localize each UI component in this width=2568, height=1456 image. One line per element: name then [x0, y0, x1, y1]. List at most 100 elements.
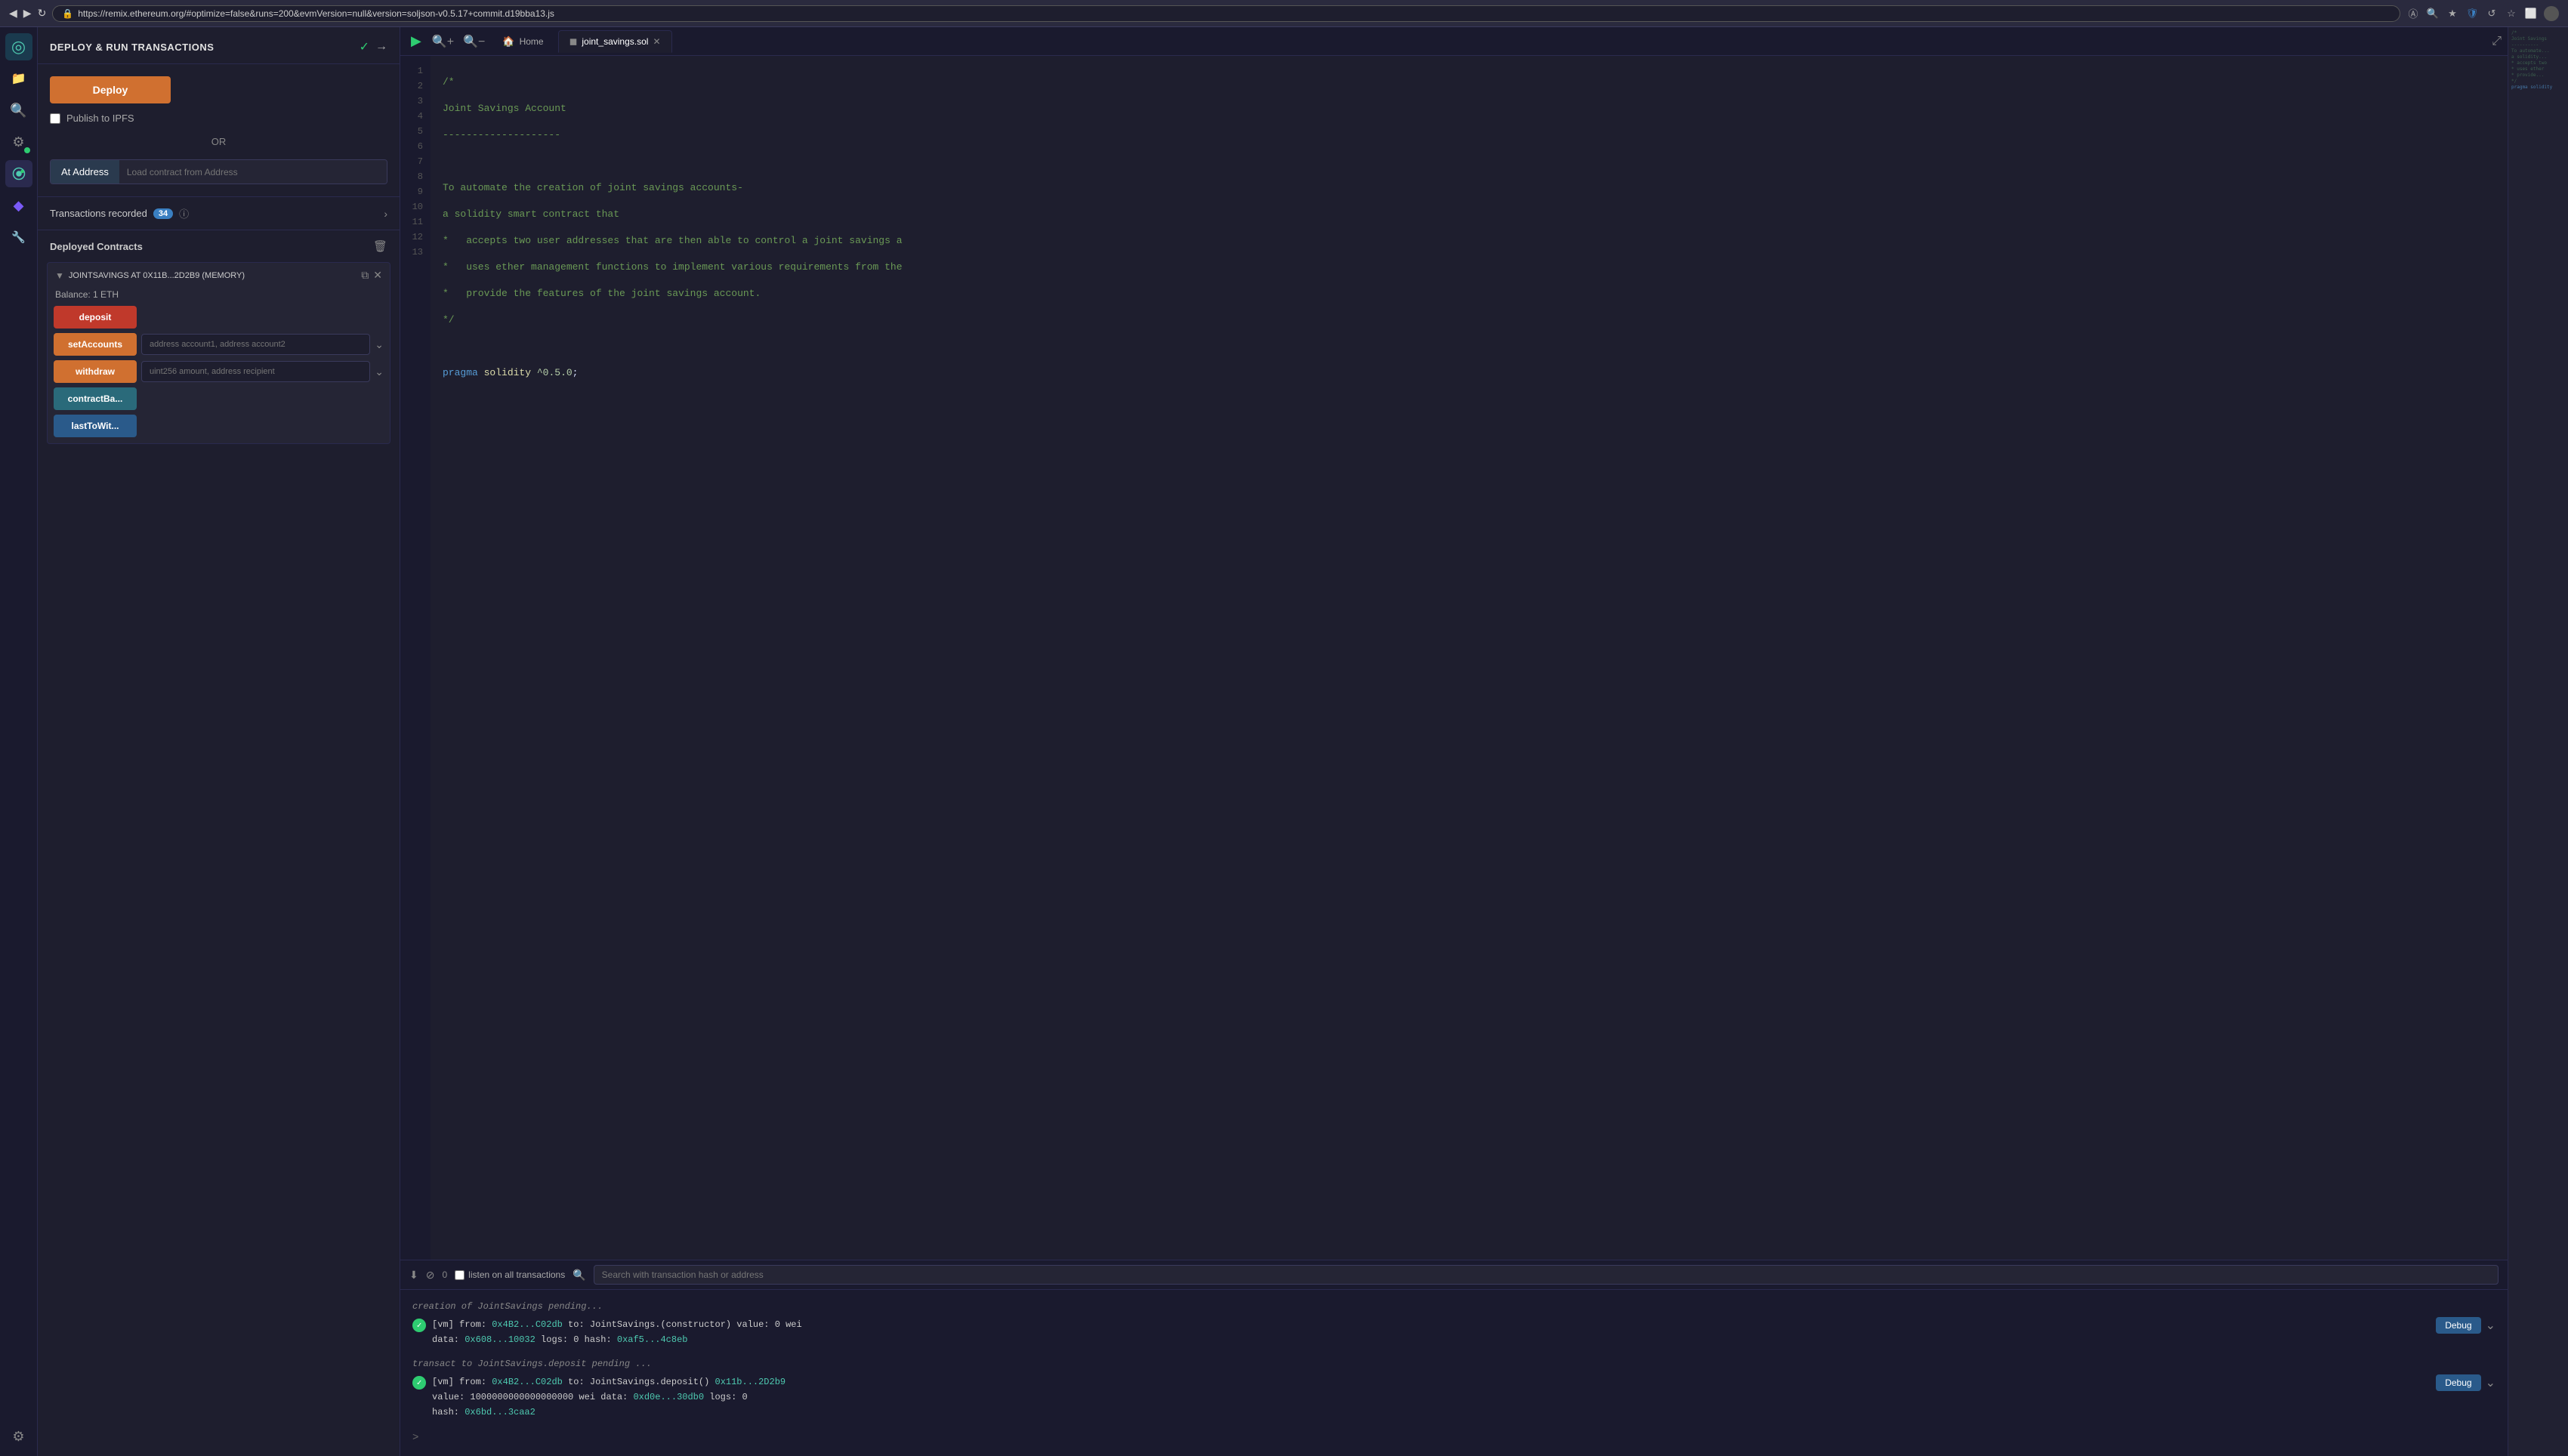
browser-icon-3[interactable]: ★ [2446, 7, 2459, 20]
sidebar-item-plugins[interactable]: 🔧 [5, 224, 32, 251]
sidebar-item-files[interactable]: 📁 [5, 65, 32, 92]
setaccounts-expand-icon[interactable]: ⌄ [375, 338, 384, 351]
code-content[interactable]: /* Joint Savings Account ---------------… [431, 56, 2508, 1260]
debug-button-1[interactable]: Debug [2436, 1317, 2480, 1334]
sidebar-logo[interactable]: ◎ [5, 33, 32, 60]
back-button[interactable]: ◀ [9, 7, 17, 20]
tab-home-label: Home [520, 36, 544, 47]
fold-icon[interactable]: ⬇ [409, 1269, 418, 1282]
url-text: https://remix.ethereum.org/#optimize=fal… [78, 8, 554, 19]
transactions-section[interactable]: Transactions recorded 34 ⓘ › [38, 196, 400, 230]
sidebar-item-debug[interactable]: ◆ [5, 192, 32, 219]
tab-close-icon[interactable]: ✕ [653, 36, 660, 47]
home-tab-icon: 🏠 [502, 35, 514, 48]
contract-close-icon[interactable]: ✕ [373, 269, 382, 282]
browser-icons: Ⓐ 🔍 ★ 🛡 ↺ ☆ ⬜ [2406, 6, 2559, 21]
console-area: ⬇ ⊘ 0 listen on all transactions 🔍 creat… [400, 1260, 2508, 1456]
contract-chevron-icon[interactable]: ▼ [55, 270, 64, 281]
withdraw-input[interactable] [141, 361, 370, 382]
console-search-icon: 🔍 [573, 1269, 585, 1282]
console-entry-2-text: [vm] from: 0x4B2...C02db to: JointSaving… [432, 1374, 786, 1420]
publish-ipfs-row: Publish to IPFS [50, 113, 387, 124]
listen-checkbox[interactable] [455, 1270, 465, 1280]
mini-map: /* Joint Savings ---------- To automate.… [2508, 27, 2568, 1456]
console-entry-1: ✓ [vm] from: 0x4B2...C02db to: JointSavi… [412, 1317, 2495, 1347]
main-area: ▶ 🔍+ 🔍− 🏠 Home ◼ joint_savings.sol ✕ ⤢ 1… [400, 27, 2508, 1456]
sidebar-item-deploy[interactable] [5, 160, 32, 187]
compile-icon: ⚙ [12, 134, 24, 150]
chevron-right-icon: › [384, 208, 387, 220]
sidebar-item-settings[interactable]: ⚙ [5, 1423, 32, 1450]
panel-header-icons: ✓ → [360, 39, 387, 54]
zoom-in-button[interactable]: 🔍+ [429, 34, 457, 49]
clear-icon[interactable]: ⊘ [426, 1269, 435, 1282]
fn-row-deposit: deposit [54, 306, 384, 329]
contractba-button[interactable]: contractBa... [54, 387, 137, 410]
console-count: 0 [442, 1269, 447, 1280]
url-bar[interactable]: 🔒 https://remix.ethereum.org/#optimize=f… [52, 5, 2400, 22]
console-toolbar: ⬇ ⊘ 0 listen on all transactions 🔍 [400, 1260, 2508, 1290]
deploy-button[interactable]: Deploy [50, 76, 171, 103]
tab-joint-savings-label: joint_savings.sol [582, 36, 648, 47]
expand-button-1[interactable]: ⌄ [2486, 1318, 2495, 1333]
browser-icon-1[interactable]: Ⓐ [2406, 7, 2420, 20]
debug-button-2[interactable]: Debug [2436, 1374, 2480, 1391]
fn-row-contractba: contractBa... [54, 387, 384, 410]
panel-body: Deploy Publish to IPFS OR At Address [38, 64, 400, 196]
panel-header: DEPLOY & RUN TRANSACTIONS ✓ → [38, 27, 400, 64]
fn-row-lasttowit: lastToWit... [54, 415, 384, 437]
run-button[interactable]: ▶ [406, 33, 426, 49]
fn-row-withdraw: withdraw ⌄ [54, 360, 384, 383]
publish-ipfs-checkbox[interactable] [50, 113, 60, 124]
transactions-label: Transactions recorded [50, 208, 147, 219]
contract-item: ▼ JOINTSAVINGS AT 0X11B...2D2B9 (MEMORY)… [47, 262, 390, 444]
code-editor[interactable]: 1 2 3 4 5 6 7 8 9 10 11 12 13 /* Joint S… [400, 56, 2508, 1260]
tabs-bar: ▶ 🔍+ 🔍− 🏠 Home ◼ joint_savings.sol ✕ ⤢ [400, 27, 2508, 56]
forward-button[interactable]: ▶ [23, 7, 32, 20]
sidebar-item-search[interactable]: 🔍 [5, 97, 32, 124]
expand-button-2[interactable]: ⌄ [2486, 1375, 2495, 1390]
at-address-button[interactable]: At Address [51, 160, 119, 184]
contract-balance: Balance: 1 ETH [48, 288, 390, 306]
deploy-panel: DEPLOY & RUN TRANSACTIONS ✓ → Deploy Pub… [38, 27, 400, 1456]
withdraw-expand-icon[interactable]: ⌄ [375, 366, 384, 378]
setaccounts-input[interactable] [141, 334, 370, 355]
success-icon-1: ✓ [412, 1319, 426, 1332]
copy-icon[interactable]: ⧉ [361, 269, 369, 282]
publish-ipfs-label: Publish to IPFS [66, 113, 134, 124]
transactions-left: Transactions recorded 34 ⓘ [50, 206, 189, 221]
console-entry-2: ✓ [vm] from: 0x4B2...C02db to: JointSavi… [412, 1374, 2495, 1420]
withdraw-button[interactable]: withdraw [54, 360, 137, 383]
fn-row-setaccounts: setAccounts ⌄ [54, 333, 384, 356]
lasttowit-button[interactable]: lastToWit... [54, 415, 137, 437]
zoom-out-button[interactable]: 🔍− [460, 34, 488, 49]
tab-expand-button[interactable]: ⤢ [2492, 35, 2502, 48]
sidebar-item-compile[interactable]: ⚙ [5, 128, 32, 156]
setaccounts-button[interactable]: setAccounts [54, 333, 137, 356]
console-pending-1: creation of JointSavings pending... [412, 1299, 2495, 1314]
refresh-button[interactable]: ↻ [38, 7, 47, 20]
console-entry-1-text: [vm] from: 0x4B2...C02db to: JointSaving… [432, 1317, 802, 1347]
console-search-input[interactable] [594, 1265, 2499, 1285]
at-address-row: At Address [50, 159, 387, 184]
load-contract-input[interactable] [119, 160, 387, 184]
trash-icon[interactable]: 🗑 [373, 239, 387, 253]
browser-bar: ◀ ▶ ↻ 🔒 https://remix.ethereum.org/#opti… [0, 0, 2568, 27]
browser-icon-shield[interactable]: 🛡 [2465, 7, 2479, 20]
tab-joint-savings[interactable]: ◼ joint_savings.sol ✕ [558, 30, 672, 53]
browser-icon-star[interactable]: ☆ [2505, 7, 2518, 20]
or-divider: OR [50, 136, 387, 147]
arrow-icon[interactable]: → [375, 40, 387, 54]
transactions-count: 34 [153, 208, 173, 219]
console-pending-2: transact to JointSavings.deposit pending… [412, 1356, 2495, 1371]
contract-buttons: deposit setAccounts ⌄ withdraw ⌄ contrac… [48, 306, 390, 443]
contract-name: JOINTSAVINGS AT 0X11B...2D2B9 (MEMORY) [69, 271, 356, 280]
tab-home[interactable]: 🏠 Home [491, 30, 554, 53]
browser-icon-2[interactable]: 🔍 [2426, 7, 2440, 20]
browser-icon-5[interactable]: ⬜ [2524, 7, 2538, 20]
browser-icon-4[interactable]: ↺ [2485, 7, 2499, 20]
deposit-button[interactable]: deposit [54, 306, 137, 329]
browser-icon-avatar[interactable] [2544, 6, 2559, 21]
console-prompt: > [412, 1429, 2495, 1447]
contract-item-header: ▼ JOINTSAVINGS AT 0X11B...2D2B9 (MEMORY)… [48, 263, 390, 288]
